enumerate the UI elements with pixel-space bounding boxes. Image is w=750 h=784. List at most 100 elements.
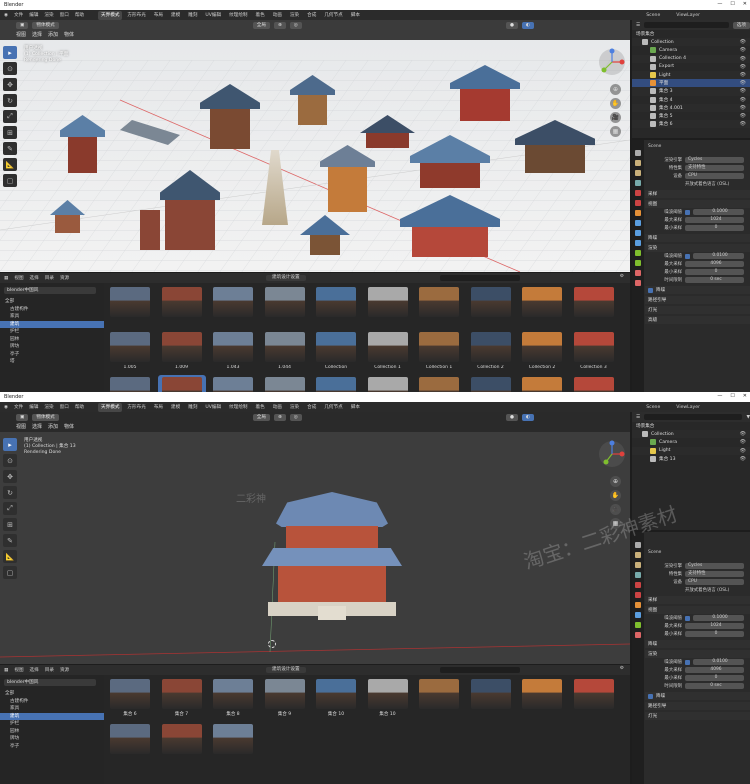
maximize-icon[interactable]: ☐ [730,1,734,7]
workspace-tab[interactable]: 布局 [151,403,166,412]
annotate-tool-icon[interactable]: ✎ [3,142,17,155]
transform-tool-icon[interactable]: ⊞ [3,126,17,139]
asset-view-menu[interactable]: 视图 [14,275,23,281]
menu-window[interactable]: 窗口 [60,12,69,18]
asset-editor-icon[interactable]: ▦ [4,276,8,281]
asset-thumbnail[interactable]: 集合 10 [364,677,413,719]
outliner-filter-button[interactable]: 选项 [732,21,750,29]
view-layer-tab-icon[interactable] [635,572,641,578]
building-model[interactable] [60,115,105,175]
catalog-item[interactable]: 牌坊 [0,343,104,351]
asset-thumbnail[interactable]: Collection 2 [467,330,516,372]
workspace-tab[interactable]: 渲染 [287,11,302,20]
scale-tool-icon[interactable]: ⤢ [3,502,17,515]
menu-edit[interactable]: 编辑 [29,12,38,18]
particles-tab-icon[interactable] [635,230,641,236]
asset-thumbnail[interactable] [261,285,310,327]
asset-thumbnail[interactable]: 集合 6 [106,677,155,719]
workspace-tab[interactable]: 雕刻 [185,11,200,20]
asset-thumbnail[interactable]: 1.043 [209,330,258,372]
mode-dropdown[interactable]: 物体模式 [32,22,59,29]
catalog-item[interactable]: 亭子 [0,351,104,359]
asset-menu[interactable]: 资源 [60,667,69,673]
asset-catalog-menu[interactable]: 目录 [45,275,54,281]
asset-thumbnail[interactable] [106,285,155,327]
workspace-tab[interactable]: 雕刻 [185,403,200,412]
asset-thumbnail[interactable]: 集合 8 [209,677,258,719]
asset-menu[interactable]: 资源 [60,275,69,281]
workspace-tab[interactable]: 几何节点 [321,11,345,20]
proportional-edit-icon[interactable]: ◎ [289,22,302,29]
pan-hand-icon[interactable]: ✋ [610,490,621,501]
render-tab-icon[interactable] [635,552,641,558]
asset-editor-icon[interactable]: ▦ [4,668,8,673]
camera-view-icon[interactable]: 🎥 [610,504,621,515]
visibility-eye-icon[interactable]: 👁 [740,113,746,119]
render-noise-threshold-field[interactable]: 0.0100 [693,253,744,259]
render-noise-threshold-checkbox[interactable] [685,253,690,259]
render-subsection[interactable]: 渲染 [645,244,750,252]
scene-tab-icon[interactable] [635,190,641,196]
filter-icon[interactable]: ⚙ [620,666,624,671]
outliner-item[interactable]: 集合 4 👁 [632,96,750,104]
object-menu[interactable]: 物体 [64,423,74,430]
3d-viewport-bottom[interactable]: ▣ 物体模式 全局 ⊕ ◎ ● ◐ 视图 选择 添加 物体 ▸ ⊙ ✥ ↻ ⤢ … [0,412,630,664]
rotate-tool-icon[interactable]: ↻ [3,486,17,499]
3d-cursor-icon[interactable] [268,640,276,648]
zoom-icon[interactable]: ⊕ [610,84,621,95]
add-cube-tool-icon[interactable]: ▢ [3,566,17,579]
menu-file[interactable]: 文件 [14,404,23,410]
visibility-eye-icon[interactable]: 👁 [740,456,746,462]
grid-view-icon[interactable]: ▦ [610,126,621,137]
object-tab-icon[interactable] [635,210,641,216]
outliner-item[interactable]: Light 👁 [632,70,750,80]
blender-logo-icon[interactable]: ◉ [4,13,8,18]
asset-thumbnail[interactable]: 集合 9 [261,677,310,719]
render-noise-threshold-checkbox[interactable] [685,659,690,665]
proportional-edit-icon[interactable]: ◎ [289,414,302,421]
world-tab-icon[interactable] [635,592,641,598]
render-min-samples-field[interactable]: 0 [685,269,744,275]
asset-thumbnail[interactable] [312,285,361,327]
workspace-tab[interactable]: 方形布光 [124,403,148,412]
denoise-render-section[interactable]: 降噪 [645,286,750,294]
grid-view-icon[interactable]: ▦ [610,518,621,529]
menu-render[interactable]: 渲染 [44,404,53,410]
catalog-item[interactable]: 建筑 [0,712,104,720]
workspace-tab[interactable]: 天界模式 [98,10,123,20]
maximize-icon[interactable]: ☐ [730,393,734,399]
building-model[interactable] [320,145,375,215]
visibility-eye-icon[interactable]: 👁 [740,105,746,111]
output-tab-icon[interactable] [635,170,641,176]
device-dropdown[interactable]: CPU [685,173,744,179]
sampling-section[interactable]: 采样 [645,596,750,604]
blender-logo-icon[interactable]: ◉ [4,405,8,410]
asset-thumbnail[interactable] [570,677,619,719]
cursor-tool-icon[interactable]: ⊙ [3,454,17,467]
denoise-section[interactable]: 降噪 [645,640,750,648]
asset-thumbnail[interactable]: 集合 10 [312,677,361,719]
physics-tab-icon[interactable] [635,240,641,246]
catalog-item[interactable]: 古建构件 [0,698,104,706]
minimize-icon[interactable]: — [717,1,722,7]
path-guiding-section[interactable]: 路径引导 [645,702,750,710]
visibility-eye-icon[interactable]: 👁 [740,80,746,86]
visibility-eye-icon[interactable]: 👁 [740,121,746,127]
workspace-tab[interactable]: 建模 [168,11,183,20]
viewlayer-selector[interactable]: ViewLayer [676,13,700,18]
menu-help[interactable]: 帮助 [75,12,84,18]
asset-thumbnail[interactable]: 1.009 [158,330,207,372]
time-limit-field[interactable]: 0 sec [685,277,744,283]
output-tab-icon[interactable] [635,562,641,568]
scale-tool-icon[interactable]: ⤢ [3,110,17,123]
workspace-tab[interactable]: 纹理绘制 [226,403,250,412]
denoise-render-section[interactable]: 降噪 [645,692,750,700]
asset-thumbnail[interactable]: Collection 5 [209,375,258,392]
asset-thumbnail[interactable] [467,285,516,327]
asset-thumbnail[interactable] [209,722,258,764]
select-tool-icon[interactable]: ▸ [3,46,17,59]
select-menu[interactable]: 选择 [32,31,42,38]
menu-window[interactable]: 窗口 [60,404,69,410]
outliner-item[interactable]: Export 👁 [632,63,750,71]
building-model[interactable] [515,120,595,175]
